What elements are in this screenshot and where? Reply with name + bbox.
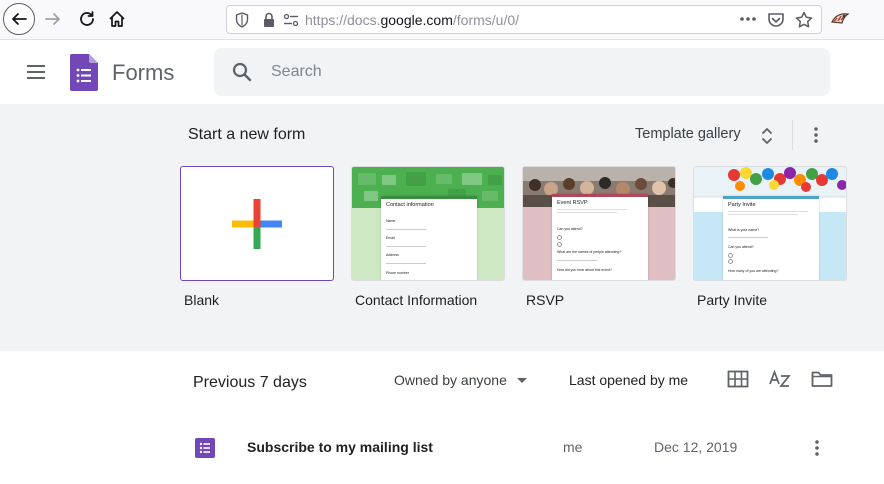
party-preview-form: Party Invite What is your name? Can you … [723,196,819,280]
shield-icon[interactable] [235,12,249,28]
form-file-icon [195,438,215,458]
app-title[interactable]: Forms [112,60,174,86]
contact-preview-title: Contact information [386,202,434,208]
browser-toolbar: https://docs.google.com/forms/u/0/ [0,0,884,40]
preview-question: Can you attend? [557,227,583,231]
home-button[interactable] [104,6,130,32]
row-more-vert-icon[interactable] [809,438,825,458]
back-button[interactable] [3,3,35,35]
owner-filter-label: Owned by anyone [394,372,507,388]
preview-line [386,246,426,247]
more-actions-icon[interactable] [739,14,757,24]
form-owner: me [563,439,583,455]
sort-az-icon[interactable] [769,369,791,389]
grid-view-icon[interactable] [727,370,749,388]
forms-logo[interactable] [70,54,98,91]
preview-line [386,229,426,230]
preview-field-label: Name [386,219,396,223]
template-contact-card[interactable]: Contact information Name Email Address P… [351,166,505,281]
template-gallery-button[interactable]: Template gallery [635,126,741,142]
home-icon [109,11,125,27]
preview-field-label: Phone number [386,271,409,275]
arrow-left-icon [12,13,27,25]
template-rsvp-card[interactable]: Event RSVP Can you attend? What are the … [522,166,676,281]
preview-line [557,209,627,210]
contact-preview-form: Contact information Name Email Address P… [381,196,477,280]
search-icon[interactable] [232,62,252,82]
unfold-icon[interactable] [760,126,774,146]
preview-line [557,260,597,261]
hamburger-menu-icon [27,65,45,79]
template-party-card[interactable]: Party Invite What is your name? Can you … [693,166,847,281]
preview-field-label: Email [386,236,395,240]
pocket-icon[interactable] [767,12,785,28]
preview-field-label: Address [386,253,399,257]
preview-line [728,214,798,215]
preview-question: What are the names of people attending? [557,250,622,254]
bookmark-star-icon[interactable] [795,11,813,29]
section-title: Start a new form [188,126,306,143]
reload-button[interactable] [74,6,100,32]
table-row[interactable] [0,423,884,471]
template-label-party[interactable]: Party Invite [697,292,767,308]
lock-icon[interactable] [263,12,275,28]
preview-question: How did you hear about this event? [557,268,612,272]
preview-line [728,211,808,212]
preview-radio [557,242,562,247]
main-menu-button[interactable] [24,62,48,82]
folder-icon[interactable] [811,370,833,388]
plus-icon [232,199,282,249]
preview-question: How many of you are attending? [728,269,779,273]
divider [792,120,793,150]
reload-icon [80,11,94,26]
dropdown-arrow-icon [516,378,527,384]
url-prefix: https://docs. [305,12,381,28]
rsvp-preview-title: Event RSVP [557,200,588,206]
arrow-right-icon [45,13,60,25]
preview-radio [728,259,733,264]
preview-radio [728,253,733,258]
template-label-rsvp[interactable]: RSVP [526,292,564,308]
form-date: Dec 12, 2019 [654,439,738,455]
form-title[interactable]: Subscribe to my mailing list [247,439,433,455]
url-host: google.com [380,12,453,28]
party-preview-title: Party Invite [728,202,756,208]
preview-question: Can you attend? [728,245,754,249]
rsvp-preview-form: Event RSVP Can you attend? What are the … [552,194,648,280]
template-label-blank[interactable]: Blank [184,292,219,308]
preview-line [557,212,617,213]
extension-icon[interactable] [830,10,850,28]
more-vert-icon[interactable] [808,125,824,145]
template-blank-card[interactable] [180,166,334,281]
sort-button[interactable]: Last opened by me [569,372,688,388]
address-bar[interactable]: https://docs.google.com/forms/u/0/ [226,5,822,34]
search-bar[interactable]: Search [214,48,830,96]
preview-line [728,237,768,238]
forms-logo-icon [70,54,98,91]
url-path: /forms/u/0/ [452,12,520,28]
permissions-icon[interactable] [283,13,299,27]
template-label-contact[interactable]: Contact Information [355,292,477,308]
preview-radio [557,235,562,240]
preview-line [386,263,426,264]
search-input[interactable]: Search [271,63,322,81]
owner-filter-dropdown[interactable]: Owned by anyone [394,372,527,388]
url-text[interactable]: https://docs.google.com/forms/u/0/ [305,12,519,28]
forward-button[interactable] [40,6,66,32]
recent-section-title: Previous 7 days [193,374,307,391]
preview-question: What is your name? [728,228,760,232]
